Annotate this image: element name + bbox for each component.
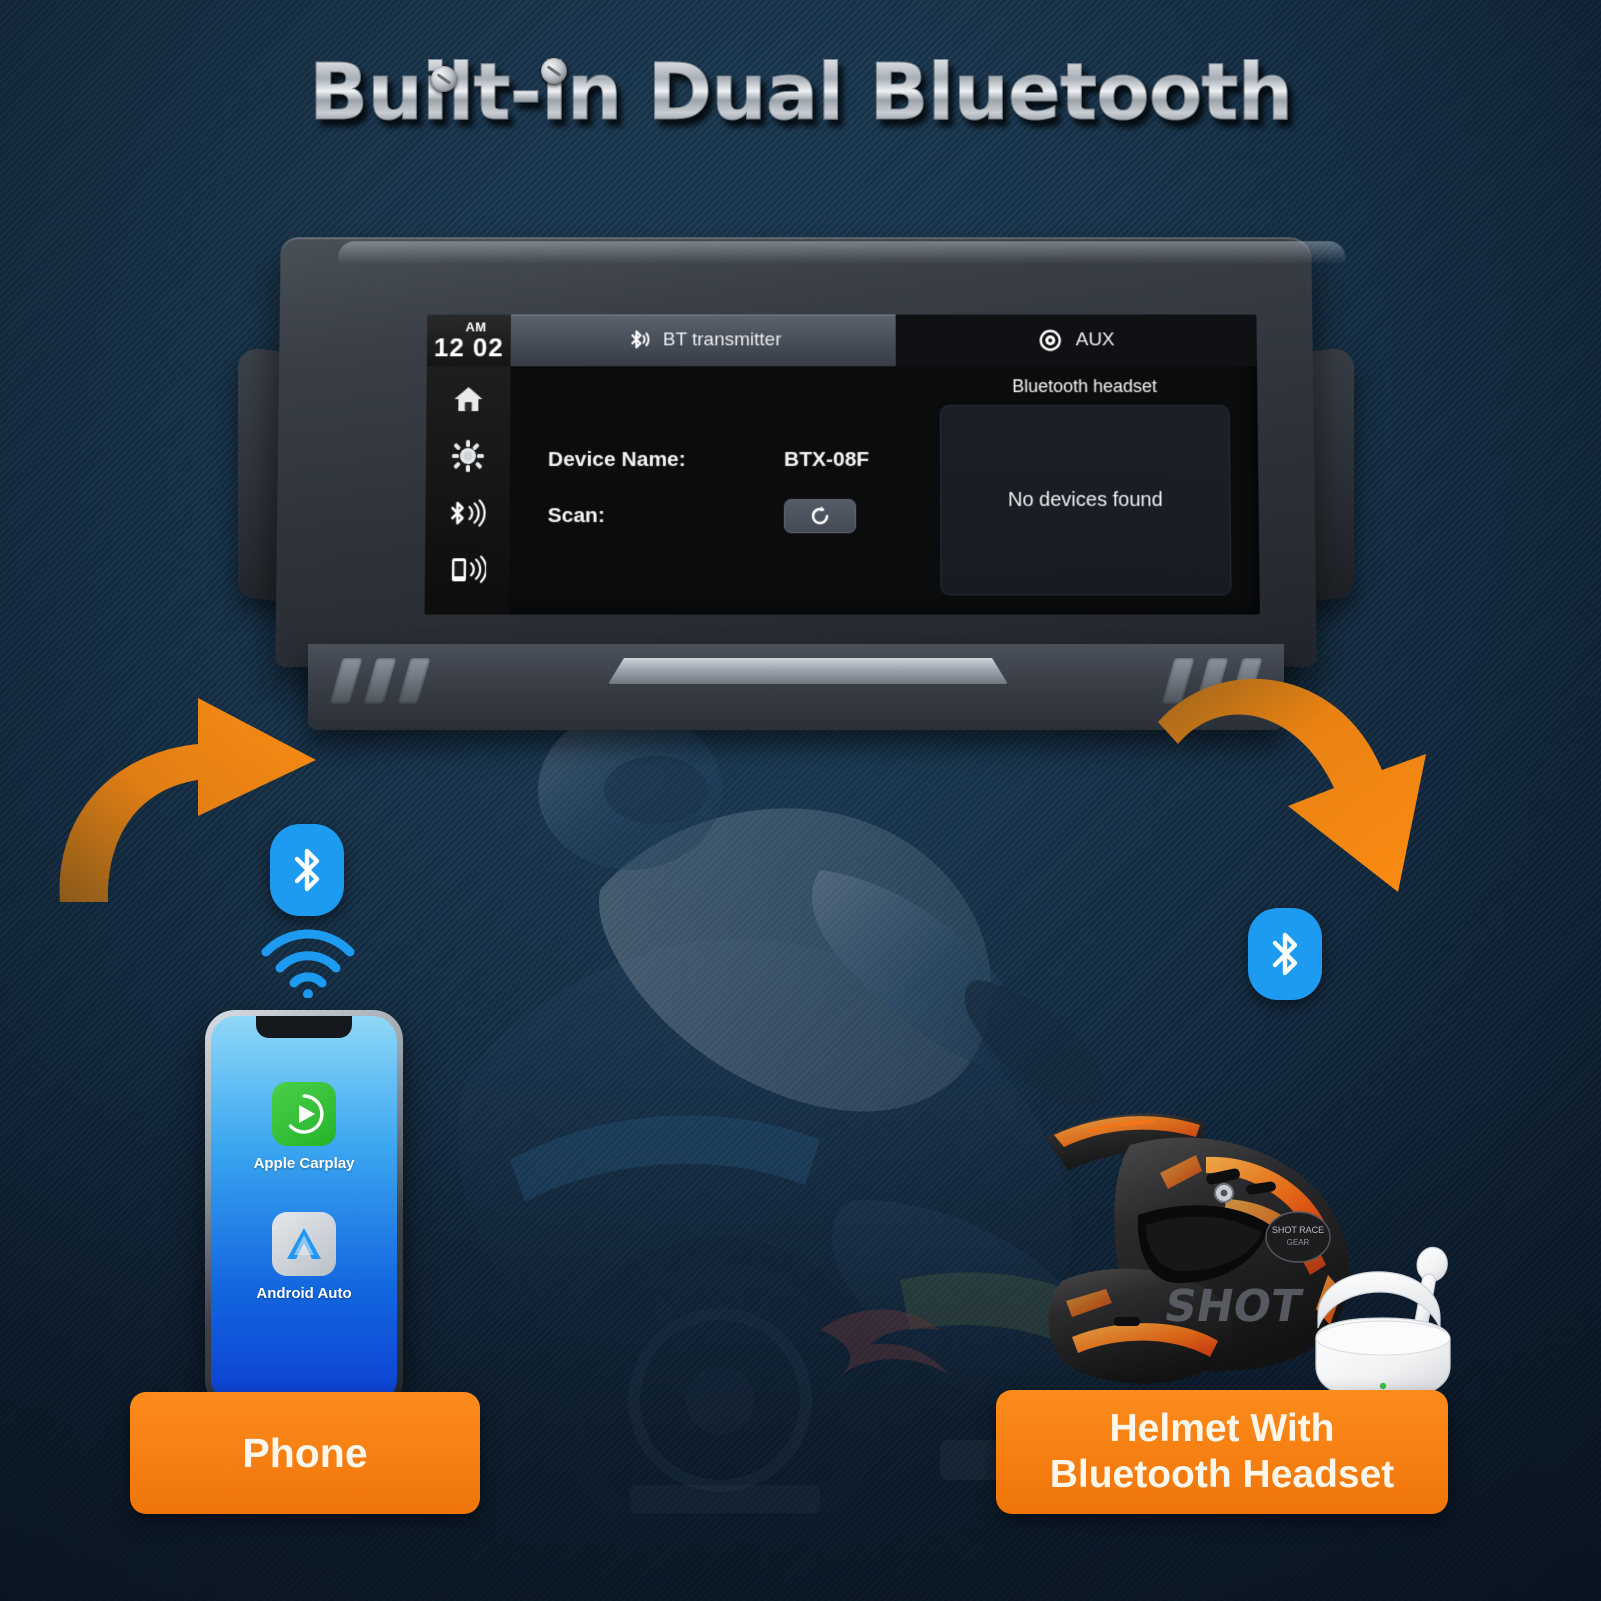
device-housing: AM 12 02 BT transmitter AUX Device Name:… (275, 237, 1346, 668)
device-name-label: Device Name: (547, 448, 686, 471)
vent-slot (397, 658, 431, 704)
device-vents-left (329, 658, 431, 706)
clock-time: 12 02 (433, 332, 504, 363)
android-auto-glyph-icon (287, 1228, 321, 1259)
headset-empty-state: No devices found (1007, 488, 1163, 511)
bluetooth-transmit-icon (625, 327, 651, 353)
status-clock: AM 12 02 (426, 314, 511, 367)
phone-screen[interactable]: Apple Carplay Android Auto (211, 1016, 397, 1404)
scan-refresh-button[interactable] (783, 499, 857, 534)
wifi-badge (258, 926, 358, 999)
wifi-icon (261, 929, 355, 999)
vent-slot (329, 658, 363, 704)
android-auto-label: Android Auto (256, 1285, 352, 1302)
screen-sidebar (424, 366, 511, 615)
device-name-value: BTX-08F (783, 448, 870, 471)
tab-bt-transmitter[interactable]: BT transmitter (510, 314, 896, 367)
phone-callout-text: Phone (242, 1429, 368, 1476)
bluetooth-audio-icon[interactable] (448, 498, 486, 528)
aux-jack-icon (1038, 327, 1064, 353)
screw-decoration-icon (540, 58, 567, 84)
headset-pane-title: Bluetooth headset (1012, 376, 1158, 397)
scan-row: Scan: (547, 488, 926, 544)
bluetooth-earbuds (1310, 1230, 1460, 1405)
scan-label: Scan: (547, 504, 605, 528)
tab-aux-label: AUX (1075, 329, 1115, 351)
carplay-glyph-icon (288, 1094, 324, 1134)
vent-slot (363, 658, 397, 704)
smartphone-mockup: Apple Carplay Android Auto (205, 1010, 403, 1410)
page-title: Built-in Dual Bluetooth (308, 48, 1293, 139)
device-bottom-housing (308, 644, 1284, 730)
refresh-icon (808, 504, 832, 528)
screen-tabbar: AM 12 02 BT transmitter AUX (426, 314, 1258, 367)
device-top-lip (338, 241, 1346, 264)
helmet-callout-line2: Bluetooth Headset (1049, 1453, 1395, 1496)
tab-bt-transmitter-label: BT transmitter (662, 329, 782, 351)
bt-settings-pane: Device Name: BTX-08F Scan: (509, 366, 927, 614)
svg-text:GEAR: GEAR (1287, 1238, 1310, 1247)
bluetooth-badge-right (1248, 908, 1322, 1000)
screen-body: Device Name: BTX-08F Scan: Bluetooth hea… (424, 366, 1260, 615)
svg-text:SHOT: SHOT (1161, 1281, 1306, 1332)
phone-callout: Phone (130, 1392, 480, 1514)
tab-aux[interactable]: AUX (895, 314, 1258, 367)
headset-device-list[interactable]: No devices found (939, 405, 1232, 596)
device-name-row: Device Name: BTX-08F (548, 432, 926, 488)
device-center-trim (608, 658, 1008, 684)
apple-carplay-icon[interactable] (272, 1082, 336, 1146)
home-icon[interactable] (451, 384, 485, 414)
headline-container: Built-in Dual Bluetooth (0, 48, 1601, 139)
bluetooth-icon (294, 848, 320, 892)
settings-icon[interactable] (451, 440, 484, 472)
screw-decoration-icon (430, 66, 457, 92)
arrow-right-to-helmet (1148, 648, 1458, 898)
phone-notch (256, 1016, 352, 1038)
helmet-callout-line1: Helmet With (1109, 1406, 1335, 1450)
headset-pane: Bluetooth headset No devices found (926, 366, 1260, 614)
apple-carplay-label: Apple Carplay (253, 1155, 355, 1172)
bluetooth-badge-left (270, 824, 344, 916)
bluetooth-icon (1272, 932, 1298, 976)
phone-link-icon[interactable] (448, 554, 486, 584)
android-auto-icon[interactable] (272, 1212, 336, 1276)
helmet-callout: Helmet With Bluetooth Headset (996, 1390, 1448, 1514)
device-screen[interactable]: AM 12 02 BT transmitter AUX Device Name:… (424, 314, 1260, 615)
